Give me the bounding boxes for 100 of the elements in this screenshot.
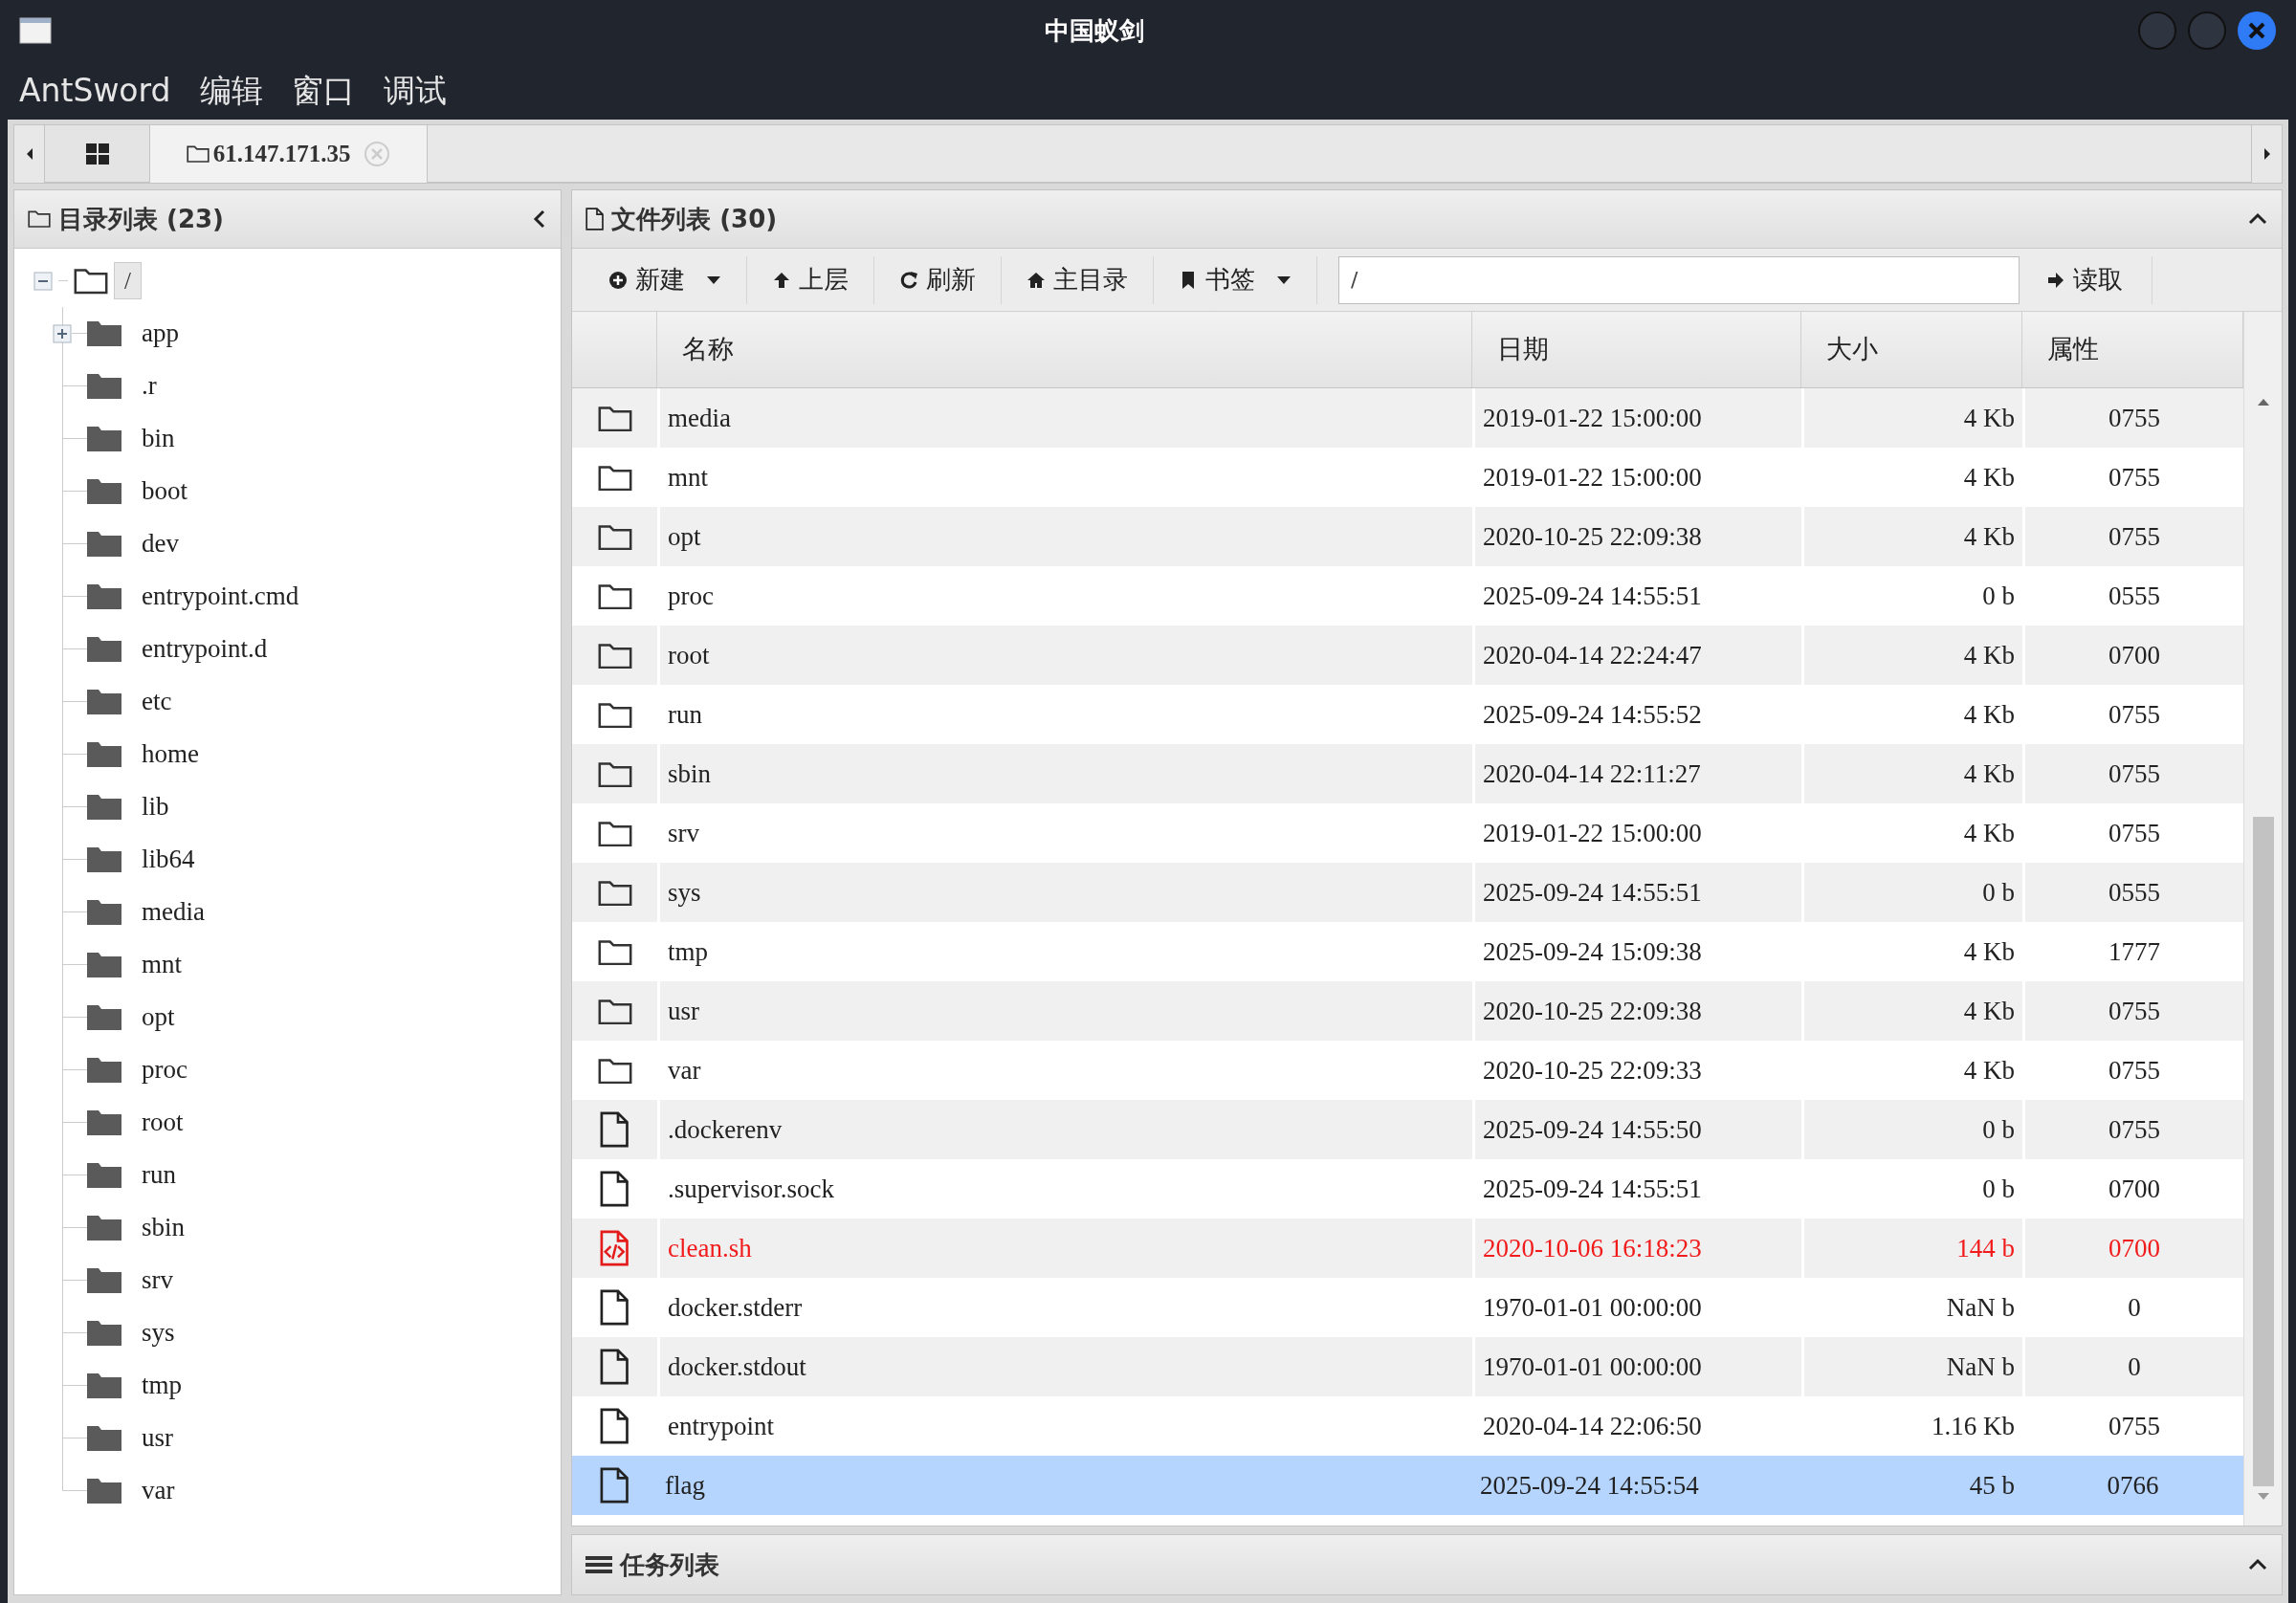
arrow-right-icon <box>2046 270 2065 290</box>
file-name: clean.sh <box>668 1232 752 1264</box>
file-size: 0 b <box>1982 1173 2015 1205</box>
file-date: 2019-01-22 15:00:00 <box>1483 817 1702 849</box>
tree-item[interactable]: entrypoint.d <box>135 628 275 670</box>
folder-icon <box>597 700 632 729</box>
tree-item[interactable]: lib <box>135 786 176 827</box>
tree-item[interactable]: / <box>114 261 142 300</box>
file-name: .supervisor.sock <box>668 1173 834 1205</box>
tree-item[interactable]: home <box>135 734 206 775</box>
tree-item[interactable]: entrypoint.cmd <box>135 576 306 617</box>
file-row[interactable]: flag 2025-09-24 14:55:54 45 b 0766 <box>572 1456 2243 1515</box>
path-field[interactable]: / <box>1338 255 2020 304</box>
file-name: docker.stderr <box>668 1291 803 1324</box>
folder-icon <box>87 1478 121 1504</box>
collapse-icon[interactable] <box>33 271 53 291</box>
collapse-left-icon[interactable] <box>532 209 547 230</box>
file-mode: 0755 <box>2108 1113 2160 1146</box>
scroll-right-icon[interactable] <box>2262 146 2272 162</box>
toolbar-button[interactable]: 新建 <box>584 255 747 304</box>
file-mode: 0755 <box>2108 1054 2160 1087</box>
tree-item[interactable]: .r <box>135 365 164 406</box>
folder-icon <box>87 899 121 925</box>
folder-icon <box>87 1004 121 1030</box>
file-mode: 0755 <box>2108 698 2160 731</box>
file-size: 4 Kb <box>1963 639 2015 671</box>
tree-item[interactable]: dev <box>135 523 186 564</box>
tree-item[interactable]: root <box>135 1102 190 1143</box>
column-header[interactable]: 日期 <box>1497 330 1549 369</box>
scrollbar[interactable] <box>2243 312 2282 1526</box>
file-icon <box>600 1171 629 1207</box>
file-row[interactable]: opt 2020-10-25 22:09:38 4 Kb 0755 <box>572 507 2243 566</box>
file-date: 2019-01-22 15:00:00 <box>1483 402 1702 434</box>
collapse-up-icon[interactable] <box>2247 211 2268 227</box>
tree-item[interactable]: run <box>135 1154 183 1196</box>
file-mode: 0755 <box>2108 1410 2160 1442</box>
menu-item[interactable]: 窗口 <box>291 66 355 115</box>
tree-item[interactable]: sbin <box>135 1207 191 1248</box>
file-row[interactable]: clean.sh 2020-10-06 16:18:23 144 b 0700 <box>572 1219 2243 1278</box>
expand-up-icon[interactable] <box>2247 1557 2268 1572</box>
file-mode: 0700 <box>2108 639 2160 671</box>
toolbar-button[interactable]: 主目录 <box>1002 255 1154 304</box>
tree-item[interactable]: opt <box>135 997 182 1038</box>
tab[interactable] <box>45 125 150 183</box>
file-date: 1970-01-01 00:00:00 <box>1483 1350 1702 1383</box>
tree-item[interactable]: srv <box>135 1260 180 1301</box>
file-row[interactable]: usr 2020-10-25 22:09:38 4 Kb 0755 <box>572 981 2243 1041</box>
menu-item[interactable]: 编辑 <box>199 66 263 115</box>
folder-icon <box>87 1372 121 1398</box>
scroll-up-icon[interactable] <box>2256 397 2270 406</box>
tree-item[interactable]: boot <box>135 471 194 512</box>
file-row[interactable]: docker.stdout 1970-01-01 00:00:00 NaN b 0 <box>572 1337 2243 1396</box>
file-date: 2020-10-25 22:09:33 <box>1483 1054 1702 1087</box>
file-date: 2025-09-24 14:55:52 <box>1483 698 1702 731</box>
window-title: 中国蚁剑 <box>1045 14 1144 47</box>
tree-item[interactable]: var <box>135 1470 182 1511</box>
file-row[interactable]: root 2020-04-14 22:24:47 4 Kb 0700 <box>572 626 2243 685</box>
toolbar-button[interactable]: 上层 <box>747 255 874 304</box>
tree-item[interactable]: lib64 <box>135 839 202 880</box>
close-button[interactable] <box>2237 11 2277 51</box>
tree-item[interactable]: mnt <box>135 944 188 985</box>
file-row[interactable]: sbin 2020-04-14 22:11:27 4 Kb 0755 <box>572 744 2243 803</box>
file-row[interactable]: sys 2025-09-24 14:55:51 0 b 0555 <box>572 863 2243 922</box>
file-name: docker.stdout <box>668 1350 806 1383</box>
column-header[interactable]: 名称 <box>682 330 734 369</box>
tree-item[interactable]: tmp <box>135 1365 188 1406</box>
file-date: 2025-09-24 14:55:54 <box>1480 1469 1699 1502</box>
toolbar-button[interactable]: 书签 <box>1154 255 1317 304</box>
tree-item[interactable]: bin <box>135 418 182 459</box>
tree-item[interactable]: media <box>135 891 211 933</box>
folder-icon <box>87 1109 121 1135</box>
tree-item[interactable]: sys <box>135 1312 182 1353</box>
file-row[interactable]: media 2019-01-22 15:00:00 4 Kb 0755 <box>572 388 2243 448</box>
expand-icon[interactable] <box>53 323 72 343</box>
tab[interactable]: 61.147.171.35 <box>150 125 428 183</box>
column-header[interactable]: 属性 <box>2047 330 2099 369</box>
tree-item[interactable]: app <box>135 313 186 354</box>
panel-title: 文件列表 (30) <box>611 203 778 235</box>
file-mode: 0755 <box>2108 402 2160 434</box>
toolbar-button[interactable]: 刷新 <box>874 255 1002 304</box>
file-size: 4 Kb <box>1963 817 2015 849</box>
menu-item[interactable]: AntSword <box>19 66 171 115</box>
tree-item[interactable]: proc <box>135 1049 194 1090</box>
tree-item[interactable]: usr <box>135 1417 180 1459</box>
file-name: root <box>668 639 710 671</box>
file-date: 2025-09-24 14:55:51 <box>1483 876 1702 909</box>
folder-icon <box>87 1162 121 1188</box>
menu-item[interactable]: 调试 <box>383 66 447 115</box>
column-header[interactable]: 大小 <box>1826 330 1878 369</box>
file-name: media <box>668 402 731 434</box>
read-button[interactable]: 读取 <box>2035 255 2152 304</box>
folder-icon <box>87 636 121 662</box>
file-size: 144 b <box>1956 1232 2015 1264</box>
tree-item[interactable]: etc <box>135 681 179 722</box>
file-row[interactable]: .dockerenv 2025-09-24 14:55:50 0 b 0755 <box>572 1100 2243 1159</box>
file-icon <box>600 1111 629 1148</box>
file-name: opt <box>668 520 701 553</box>
file-size: 4 Kb <box>1963 520 2015 553</box>
file-date: 2025-09-24 14:55:50 <box>1483 1113 1702 1146</box>
folder-icon <box>597 1056 632 1085</box>
